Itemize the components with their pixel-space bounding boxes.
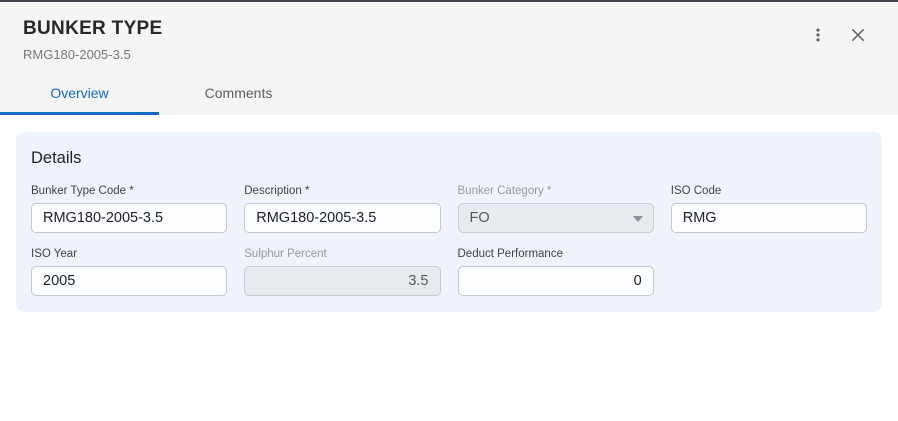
dialog-header: BUNKER TYPE RMG180-2005-3.5 Overview Com… bbox=[0, 2, 898, 115]
tab-bar: Overview Comments bbox=[0, 76, 898, 115]
deduct-performance-input[interactable] bbox=[458, 266, 654, 296]
empty-grid-cell bbox=[671, 248, 867, 296]
details-fields-grid: Bunker Type Code * Description * Bunker … bbox=[31, 185, 867, 296]
field-iso-year: ISO Year bbox=[31, 248, 227, 296]
tab-overview[interactable]: Overview bbox=[0, 76, 159, 115]
dialog-body: Details Bunker Type Code * Description *… bbox=[0, 115, 898, 312]
deduct-performance-label: Deduct Performance bbox=[458, 248, 654, 261]
sulphur-percent-label: Sulphur Percent bbox=[244, 248, 440, 261]
field-deduct-performance: Deduct Performance bbox=[458, 248, 654, 296]
description-label: Description * bbox=[244, 185, 440, 198]
field-sulphur-percent: Sulphur Percent bbox=[244, 248, 440, 296]
details-heading: Details bbox=[31, 148, 867, 168]
iso-year-label: ISO Year bbox=[31, 248, 227, 261]
iso-year-input[interactable] bbox=[31, 266, 227, 296]
page-subtitle: RMG180-2005-3.5 bbox=[23, 48, 874, 62]
details-panel: Details Bunker Type Code * Description *… bbox=[16, 132, 882, 312]
bunker-category-value bbox=[458, 203, 654, 233]
iso-code-label: ISO Code bbox=[671, 185, 867, 198]
field-bunker-type-code: Bunker Type Code * bbox=[31, 185, 227, 233]
bunker-category-label: Bunker Category * bbox=[458, 185, 654, 198]
more-options-button[interactable] bbox=[802, 19, 834, 51]
bunker-category-select bbox=[458, 203, 654, 233]
dropdown-caret-icon bbox=[633, 216, 643, 222]
more-vert-icon bbox=[809, 26, 827, 44]
bunker-type-code-label: Bunker Type Code * bbox=[31, 185, 227, 198]
field-description: Description * bbox=[244, 185, 440, 233]
description-input[interactable] bbox=[244, 203, 440, 233]
bunker-type-code-input[interactable] bbox=[31, 203, 227, 233]
tab-comments[interactable]: Comments bbox=[159, 76, 318, 115]
header-actions bbox=[802, 19, 874, 51]
sulphur-percent-input bbox=[244, 266, 440, 296]
field-bunker-category: Bunker Category * bbox=[458, 185, 654, 233]
close-button[interactable] bbox=[842, 19, 874, 51]
page-title: BUNKER TYPE bbox=[23, 19, 874, 38]
close-icon bbox=[849, 26, 867, 44]
dialog-header-text: BUNKER TYPE RMG180-2005-3.5 bbox=[0, 2, 898, 62]
iso-code-input[interactable] bbox=[671, 203, 867, 233]
field-iso-code: ISO Code bbox=[671, 185, 867, 233]
